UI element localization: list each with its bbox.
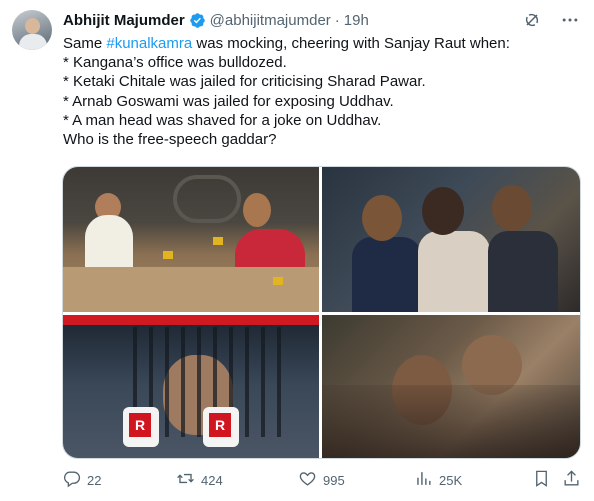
reply-icon — [62, 469, 81, 491]
heart-icon — [298, 469, 317, 491]
photo-2[interactable] — [322, 167, 580, 312]
photo-1[interactable] — [63, 167, 319, 312]
more-icon[interactable] — [560, 10, 580, 30]
action-bar: 22 424 995 25K — [62, 468, 580, 492]
grok-icon[interactable] — [522, 10, 542, 30]
avatar[interactable] — [12, 10, 52, 50]
tweet-line: * Arnab Goswami was jailed for exposing … — [63, 92, 394, 110]
separator-dot: · — [334, 11, 340, 29]
views-button[interactable]: 25K — [414, 469, 462, 491]
verified-badge-icon — [189, 12, 206, 29]
views-icon — [414, 469, 433, 491]
mic-logo: R — [123, 407, 159, 447]
tweet-header: Abhijit Majumder @abhijitmajumder · 19h — [63, 9, 369, 31]
tweet-line: * Kangana’s office was bulldozed. — [63, 54, 287, 72]
hashtag-link[interactable]: #kunalkamra — [106, 35, 192, 52]
photo-4[interactable] — [322, 315, 580, 458]
top-actions — [522, 10, 580, 30]
bookmark-icon — [532, 469, 551, 491]
views-count: 25K — [439, 472, 463, 488]
author-name[interactable]: Abhijit Majumder — [63, 12, 185, 29]
repost-icon — [176, 469, 195, 491]
tweet-line: * A man head was shaved for a joke on Ud… — [63, 111, 382, 129]
tweet-line: * Ketaki Chitale was jailed for criticis… — [63, 73, 426, 91]
bookmark-button[interactable] — [532, 469, 551, 491]
share-icon — [562, 469, 581, 491]
media-grid: R R — [62, 166, 581, 459]
share-button[interactable] — [562, 469, 581, 491]
like-button[interactable]: 995 — [298, 469, 345, 491]
tweet-text: Same #kunalkamra was mocking, cheering w… — [63, 34, 578, 149]
repost-count: 424 — [201, 472, 223, 488]
reply-button[interactable]: 22 — [62, 469, 101, 491]
photo-3[interactable]: R R — [63, 315, 319, 458]
mic-logo: R — [203, 407, 239, 447]
reply-count: 22 — [87, 472, 102, 488]
repost-button[interactable]: 424 — [176, 469, 223, 491]
tweet-line: Who is the free-speech gaddar? — [63, 131, 277, 149]
author-handle[interactable]: @abhijitmajumder — [210, 12, 331, 29]
tweet: Abhijit Majumder @abhijitmajumder · 19h … — [0, 0, 594, 501]
like-count: 995 — [323, 472, 345, 488]
tweet-line-1: Same #kunalkamra was mocking, cheering w… — [63, 35, 510, 52]
tweet-timestamp[interactable]: 19h — [344, 12, 369, 29]
